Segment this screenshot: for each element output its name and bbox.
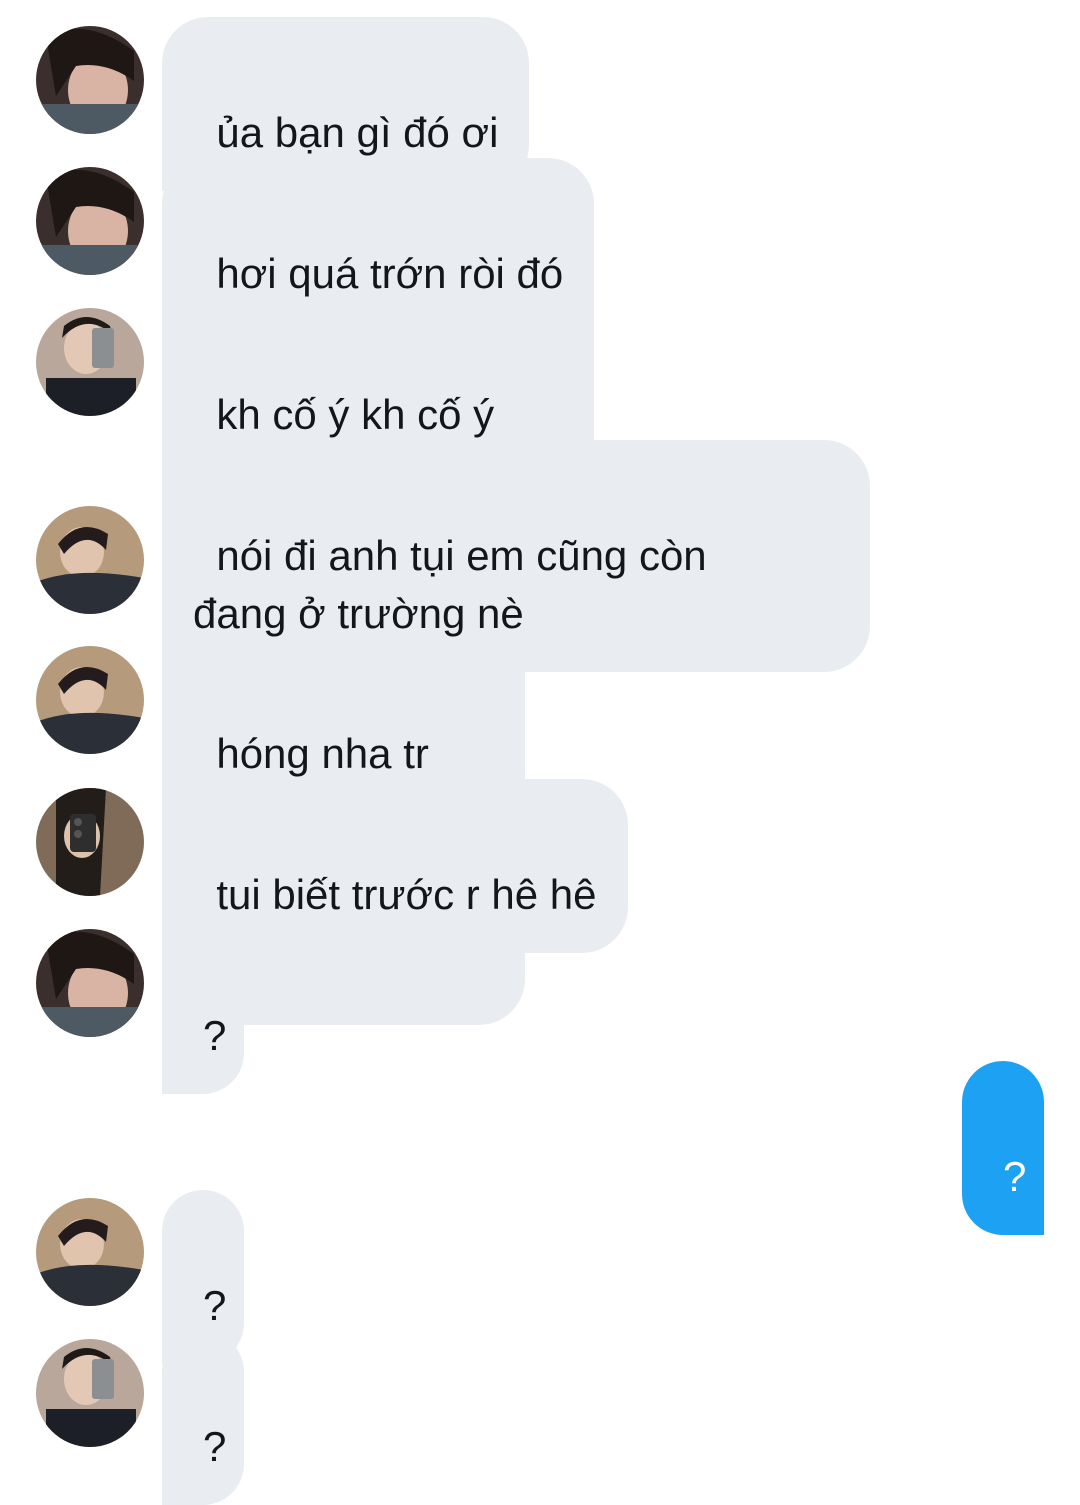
message-text: ủa bạn gì đó ơi <box>216 109 499 156</box>
message-text: hơi quá trớn ròi đó <box>216 250 564 297</box>
avatar[interactable] <box>36 788 144 896</box>
avatar-photo-icon <box>36 788 144 896</box>
message-text: ? <box>202 1012 227 1059</box>
avatar-photo-icon <box>36 929 144 1037</box>
message-bubble-incoming[interactable]: ? <box>162 1331 244 1505</box>
avatar[interactable] <box>36 929 144 1037</box>
message-text: hóng nha tr <box>216 730 429 777</box>
message-text: ? <box>202 1423 227 1470</box>
avatar-photo-icon <box>36 1339 144 1447</box>
message-text: ? <box>202 1282 227 1329</box>
message-bubble-incoming[interactable]: tui biết trước r hê hê <box>162 779 628 953</box>
avatar-photo-icon <box>36 506 144 614</box>
avatar[interactable] <box>36 26 144 134</box>
avatar-photo-icon <box>36 167 144 275</box>
avatar[interactable] <box>36 1339 144 1447</box>
avatar[interactable] <box>36 646 144 754</box>
message-bubble-incoming[interactable]: ? <box>162 920 244 1094</box>
avatar[interactable] <box>36 506 144 614</box>
avatar-photo-icon <box>36 1198 144 1306</box>
message-bubble-outgoing[interactable]: ? <box>962 1061 1044 1235</box>
message-text: ? <box>1002 1153 1027 1200</box>
avatar[interactable] <box>36 308 144 416</box>
avatar[interactable] <box>36 167 144 275</box>
avatar-photo-icon <box>36 26 144 134</box>
message-text: kh cố ý kh cố ý <box>216 391 495 438</box>
avatar-photo-icon <box>36 646 144 754</box>
avatar-photo-icon <box>36 308 144 416</box>
message-text: nói đi anh tụi em cũng còn đang ở trường… <box>193 532 707 637</box>
message-text: tui biết trước r hê hê <box>216 871 597 918</box>
avatar[interactable] <box>36 1198 144 1306</box>
